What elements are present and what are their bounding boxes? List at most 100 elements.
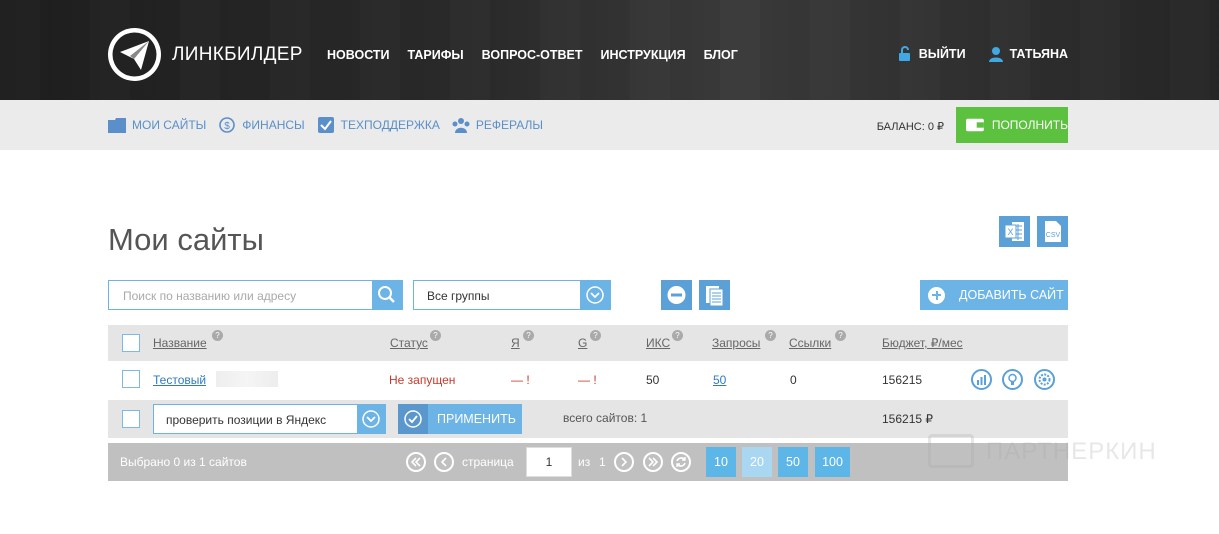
nav-tariffs[interactable]: ТАРИФЫ — [408, 48, 464, 62]
gear-icon — [1038, 373, 1051, 386]
yandex-position: — ! — [511, 373, 530, 387]
user-menu[interactable]: ТАТЬЯНА — [988, 46, 1068, 62]
logout-button[interactable]: ВЫЙТИ — [897, 46, 966, 62]
column-google[interactable]: G — [578, 336, 587, 350]
next-page-button[interactable] — [614, 452, 634, 472]
ideas-button[interactable] — [1002, 369, 1023, 390]
help-icon[interactable]: ? — [590, 330, 601, 341]
nav-news[interactable]: НОВОСТИ — [327, 48, 390, 62]
excel-export-button[interactable]: X — [999, 216, 1030, 247]
row-checkbox[interactable] — [122, 370, 140, 388]
page-size-50[interactable]: 50 — [778, 447, 808, 477]
bulk-dropdown-button[interactable] — [357, 405, 385, 433]
group-dropdown-button[interactable] — [580, 281, 610, 309]
subnav-finance[interactable]: $ ФИНАНСЫ — [218, 117, 305, 133]
search-input[interactable]: Поиск по названию или адресу — [123, 289, 296, 303]
apply-label: ПРИМЕНИТЬ — [437, 412, 516, 426]
dollar-icon: $ — [219, 117, 236, 133]
site-queries-link[interactable]: 50 — [713, 373, 726, 387]
svg-text:X: X — [1007, 227, 1013, 237]
user-icon — [988, 47, 1003, 62]
logout-label: ВЫЙТИ — [918, 47, 966, 61]
user-name: ТАТЬЯНА — [1009, 47, 1068, 61]
documents-icon — [706, 286, 724, 307]
folder-icon — [108, 118, 126, 133]
nav-faq[interactable]: ВОПРОС-ОТВЕТ — [482, 48, 583, 62]
site-iks: 50 — [646, 373, 660, 387]
nav-instruction[interactable]: ИНСТРУКЦИЯ — [601, 48, 686, 62]
subnav-support[interactable]: ТЕХПОДДЕРЖКА — [317, 117, 440, 133]
pagination-bar: Выбрано 0 из 1 сайтов страница 1 из 1 10… — [108, 443, 1068, 481]
subnav-referrals[interactable]: РЕФЕРАЛЫ — [452, 117, 543, 133]
of-label: из — [578, 455, 591, 469]
plus-icon — [928, 286, 945, 304]
csv-export-button[interactable]: CSV — [1037, 216, 1068, 247]
site-status: Не запущен — [389, 373, 456, 387]
page-size-10[interactable]: 10 — [706, 447, 736, 477]
site-budget: 156215 — [882, 373, 923, 387]
page-title: Мои сайты — [108, 222, 264, 257]
search-field[interactable]: Поиск по названию или адресу — [108, 280, 403, 310]
excel-export-icon: X — [1004, 222, 1024, 241]
column-status[interactable]: Статус — [390, 336, 428, 350]
topup-button[interactable]: ПОПОЛНИТЬ — [956, 107, 1068, 143]
google-position: — ! — [578, 373, 597, 387]
column-iks[interactable]: ИКС — [646, 336, 670, 350]
sub-nav: МОИ САЙТЫ $ ФИНАНСЫ ТЕХПОДДЕРЖКА РЕФЕРАЛ… — [108, 117, 555, 133]
stats-button[interactable] — [971, 369, 992, 390]
column-links[interactable]: Ссылки — [789, 336, 831, 350]
group-select[interactable]: Все группы — [413, 280, 611, 310]
column-budget[interactable]: Бюджет, ₽/мес — [882, 336, 966, 350]
refresh-icon — [676, 457, 686, 467]
blurred-site-url — [216, 371, 278, 387]
select-all-checkbox[interactable] — [122, 334, 140, 352]
nav-blog[interactable]: БЛОГ — [704, 48, 738, 62]
topup-label: ПОПОЛНИТЬ — [991, 118, 1068, 132]
page-number-input[interactable]: 1 — [526, 447, 572, 477]
apply-button[interactable]: ПРИМЕНИТЬ — [398, 404, 522, 434]
settings-button[interactable] — [1034, 369, 1055, 390]
chevron-down-icon — [586, 286, 604, 304]
help-icon[interactable]: ? — [672, 330, 683, 341]
top-header: ЛИНКБИЛДЕР НОВОСТИ ТАРИФЫ ВОПРОС-ОТВЕТ И… — [0, 0, 1219, 100]
help-icon[interactable]: ? — [523, 330, 534, 341]
help-icon[interactable]: ? — [765, 330, 776, 341]
last-page-button[interactable] — [643, 452, 663, 472]
total-pages: 1 — [599, 455, 606, 469]
column-name[interactable]: Название — [153, 336, 207, 350]
search-button[interactable] — [372, 281, 402, 309]
subnav-my-sites[interactable]: МОИ САЙТЫ — [108, 117, 206, 133]
bulk-actions-bar: проверить позиции в Яндекс ПРИМЕНИТЬ все… — [108, 400, 1068, 438]
help-icon[interactable]: ? — [430, 330, 441, 341]
add-site-button[interactable]: ДОБАВИТЬ САЙТ — [920, 280, 1068, 310]
brand-name[interactable]: ЛИНКБИЛДЕР — [172, 44, 303, 66]
svg-text:CSV: CSV — [1046, 232, 1061, 239]
bulk-action-value: проверить позиции в Яндекс — [166, 413, 327, 427]
bulk-action-select[interactable]: проверить позиции в Яндекс — [153, 404, 386, 434]
chevron-down-icon — [362, 410, 380, 428]
remove-button[interactable] — [661, 280, 692, 310]
page-size-20[interactable]: 20 — [742, 447, 772, 477]
user-area: ВЫЙТИ ТАТЬЯНА — [875, 46, 1068, 62]
total-budget: 156215 ₽ — [882, 412, 934, 426]
refresh-button[interactable] — [671, 452, 691, 472]
watermark: ПАРТНЕРКИН — [928, 432, 1173, 476]
documents-button[interactable] — [699, 280, 730, 310]
main-nav: НОВОСТИ ТАРИФЫ ВОПРОС-ОТВЕТ ИНСТРУКЦИЯ Б… — [327, 48, 756, 62]
wallet-icon — [966, 118, 984, 132]
logo-icon[interactable] — [108, 28, 161, 81]
help-icon[interactable]: ? — [212, 330, 223, 341]
help-icon[interactable]: ? — [835, 330, 846, 341]
csv-export-icon: CSV — [1045, 221, 1061, 242]
bulk-checkbox[interactable] — [122, 410, 140, 428]
column-yandex[interactable]: Я — [511, 336, 520, 350]
prev-page-button[interactable] — [434, 452, 454, 472]
bar-chart-icon — [977, 375, 986, 385]
site-name-link[interactable]: Тестовый — [153, 373, 206, 387]
subnav-label: ТЕХПОДДЕРЖКА — [340, 118, 440, 132]
first-page-button[interactable] — [406, 452, 426, 472]
subnav-label: ФИНАНСЫ — [242, 118, 305, 132]
page-size-100[interactable]: 100 — [815, 447, 850, 477]
column-queries[interactable]: Запросы — [712, 336, 760, 350]
total-sites: всего сайтов: 1 — [563, 411, 648, 425]
